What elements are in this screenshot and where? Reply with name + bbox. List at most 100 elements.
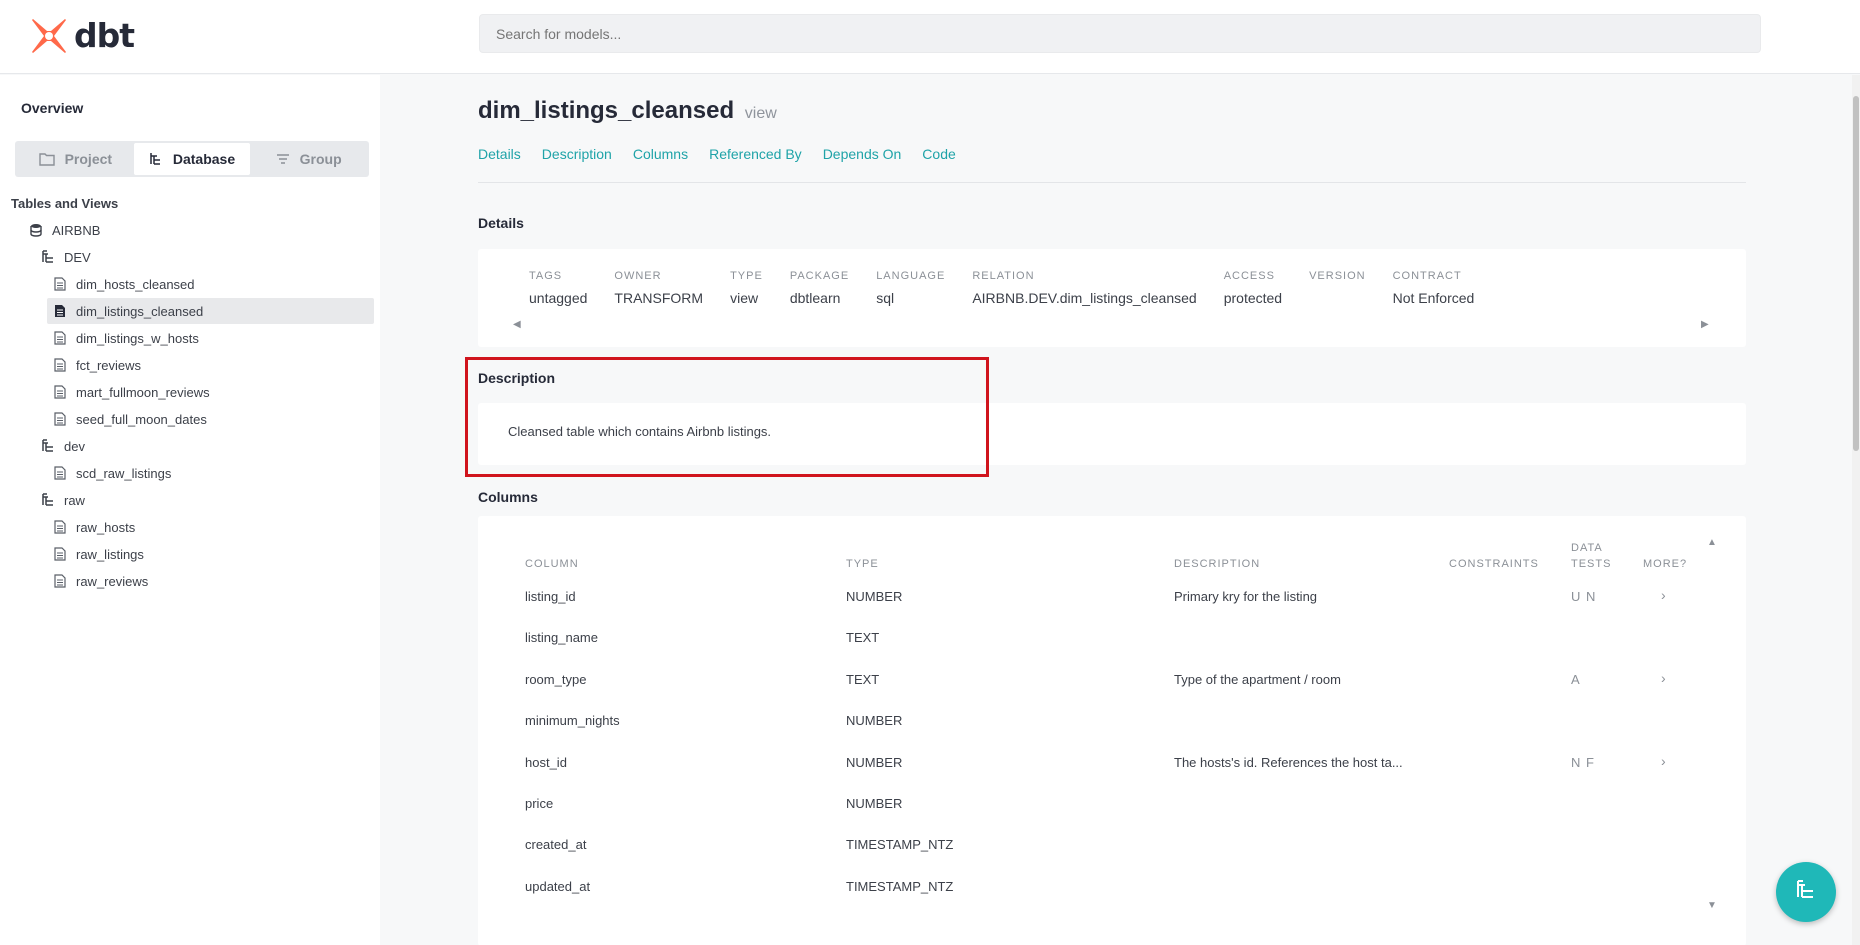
expand-row-chevron-icon[interactable]: › (1661, 587, 1666, 603)
tree-item-raw-hosts[interactable]: raw_hosts (52, 514, 135, 540)
database-tab[interactable]: Database (133, 143, 251, 175)
page-title: dim_listings_cleansed view (478, 97, 777, 125)
column-name: room_type (525, 672, 587, 687)
col-header-data-tests: DATA TESTS (1571, 540, 1611, 572)
detail-value: view (730, 290, 759, 306)
tree-item-mart-fullmoon-reviews[interactable]: mart_fullmoon_reviews (52, 379, 210, 405)
details-title: Details (478, 215, 524, 231)
document-icon (52, 357, 68, 373)
tab-description[interactable]: Description (542, 146, 612, 162)
project-tab-label: Project (64, 151, 113, 167)
dbt-logo[interactable]: dbt (30, 16, 135, 55)
tab-details[interactable]: Details (478, 146, 521, 162)
schema-icon (40, 492, 56, 508)
column-type: TIMESTAMP_NTZ (846, 837, 954, 852)
tabs-divider (478, 182, 1746, 183)
tree-item-seed-full-moon-dates[interactable]: seed_full_moon_dates (52, 406, 207, 432)
scroll-up-arrow[interactable]: ▲ (1707, 537, 1717, 548)
description-highlight-box (465, 357, 989, 477)
column-type: NUMBER (846, 755, 903, 770)
page-scrollbar-thumb[interactable] (1853, 96, 1859, 451)
column-tests: U N (1571, 589, 1597, 604)
tab-depends-on[interactable]: Depends On (823, 146, 902, 162)
top-header: dbt (0, 0, 1860, 74)
lineage-graph-button[interactable] (1776, 862, 1836, 922)
detail-label: PACKAGE (789, 270, 850, 282)
col-header-type: TYPE (846, 558, 879, 570)
document-icon (52, 276, 68, 292)
detail-value: Not Enforced (1392, 290, 1475, 306)
tree-item-label: raw_listings (76, 546, 144, 562)
tree-item-dev-upper[interactable]: DEV (40, 244, 91, 270)
document-icon (52, 546, 68, 562)
detail-label: OWNER (614, 270, 662, 282)
group-tab-label: Group (299, 151, 342, 167)
col-header-constraints: CONSTRAINTS (1449, 558, 1539, 570)
tree-item-label: raw_reviews (76, 573, 149, 589)
detail-label: ACCESS (1223, 270, 1275, 282)
document-icon (52, 384, 68, 400)
col-header-data-tests-line2: TESTS (1571, 558, 1612, 570)
detail-package: PACKAGE dbtlearn (790, 270, 849, 306)
scroll-down-arrow[interactable]: ▼ (1707, 900, 1717, 911)
tree-item-dev-lower[interactable]: dev (40, 433, 85, 459)
sidebar: Overview Project Database Group Tables a… (0, 75, 380, 945)
column-name: listing_id (525, 589, 576, 604)
expand-row-chevron-icon[interactable]: › (1661, 670, 1666, 686)
tree-item-raw[interactable]: raw (40, 487, 85, 513)
schema-icon (40, 249, 56, 265)
tree-item-dim-listings-cleansed[interactable]: dim_listings_cleansed (47, 298, 374, 324)
search-input[interactable] (479, 14, 1761, 53)
tree-item-fct-reviews[interactable]: fct_reviews (52, 352, 141, 378)
tree-item-dim-hosts-cleansed[interactable]: dim_hosts_cleansed (52, 271, 195, 297)
tab-code[interactable]: Code (922, 146, 955, 162)
column-description: Primary kry for the listing (1174, 589, 1318, 604)
database-tab-label: Database (172, 151, 236, 167)
col-header-description: DESCRIPTION (1174, 558, 1261, 570)
folder-icon (38, 152, 55, 166)
column-type: TEXT (846, 672, 880, 687)
column-name: listing_name (525, 630, 598, 645)
database-icon (28, 222, 44, 238)
detail-label: VERSION (1309, 270, 1366, 282)
group-tab[interactable]: Group (250, 143, 367, 175)
tree-item-raw-reviews[interactable]: raw_reviews (52, 568, 148, 594)
detail-type: TYPE view (730, 270, 763, 306)
tree-icon (149, 152, 163, 166)
tree-item-raw-listings[interactable]: raw_listings (52, 541, 144, 567)
detail-relation: RELATION AIRBNB.DEV.dim_listings_cleanse… (972, 270, 1196, 306)
detail-version: VERSION (1309, 270, 1366, 306)
tab-referenced-by[interactable]: Referenced By (709, 146, 802, 162)
tab-columns[interactable]: Columns (633, 146, 688, 162)
expand-row-chevron-icon[interactable]: › (1661, 753, 1666, 769)
column-name: created_at (525, 837, 587, 852)
document-icon (52, 573, 68, 589)
document-icon (52, 330, 68, 346)
detail-value: AIRBNB.DEV.dim_listings_cleansed (972, 290, 1197, 306)
details-card: TAGS untagged OWNER TRANSFORM TYPE view … (478, 249, 1746, 347)
detail-value: TRANSFORM (614, 290, 704, 306)
column-type: NUMBER (846, 713, 903, 728)
tree-item-airbnb[interactable]: AIRBNB (28, 217, 100, 243)
detail-label: CONTRACT (1392, 270, 1462, 282)
tables-and-views-title: Tables and Views (11, 196, 119, 211)
column-type: NUMBER (846, 589, 903, 604)
scroll-right-arrow[interactable]: ▶ (1701, 319, 1709, 330)
tree-item-scd-raw-listings[interactable]: scd_raw_listings (52, 460, 171, 486)
view-switcher: Project Database Group (15, 141, 369, 177)
detail-tags: TAGS untagged (529, 270, 587, 306)
detail-label: TAGS (529, 270, 563, 282)
scroll-left-arrow[interactable]: ◀ (513, 319, 521, 330)
project-tab[interactable]: Project (17, 143, 134, 175)
tree-item-label: dim_hosts_cleansed (76, 276, 195, 292)
detail-contract: CONTRACT Not Enforced (1393, 270, 1475, 306)
column-name: minimum_nights (525, 713, 620, 728)
detail-value: untagged (529, 290, 588, 306)
tree-item-dim-listings-w-hosts[interactable]: dim_listings_w_hosts (52, 325, 199, 351)
schema-icon (40, 438, 56, 454)
col-header-data-tests-line1: DATA (1571, 542, 1603, 554)
columns-card: COLUMN TYPE DESCRIPTION CONSTRAINTS DATA… (478, 516, 1746, 945)
overview-link[interactable]: Overview (21, 100, 83, 116)
column-tests: A (1571, 672, 1581, 687)
dbt-logo-icon (30, 17, 68, 55)
